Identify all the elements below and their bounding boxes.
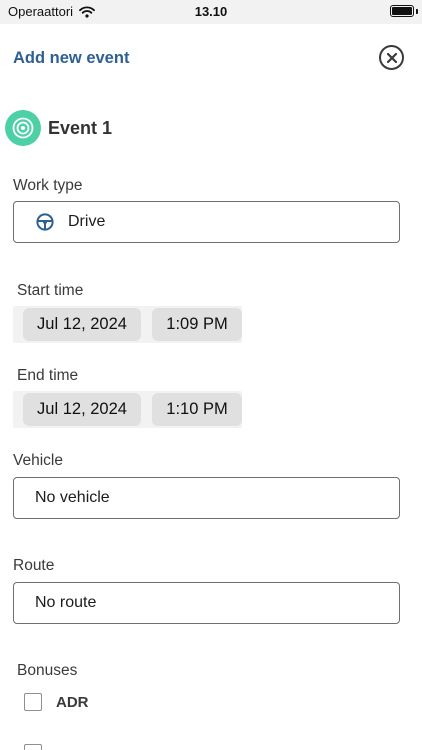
route-label: Route <box>13 557 55 574</box>
end-time-picker: Jul 12, 2024 1:10 PM <box>13 391 242 428</box>
adr-label: ADR <box>56 694 89 711</box>
close-button[interactable] <box>379 45 404 70</box>
event-title: Event 1 <box>48 118 113 138</box>
bonuses-label: Bonuses <box>17 662 78 679</box>
start-date-button[interactable]: Jul 12, 2024 <box>23 308 141 341</box>
end-time-label: End time <box>17 367 79 384</box>
vehicle-value: No vehicle <box>35 489 110 506</box>
vehicle-label: Vehicle <box>13 452 63 469</box>
adr-checkbox[interactable] <box>24 693 42 711</box>
start-time-button[interactable]: 1:09 PM <box>152 308 242 341</box>
work-type-select[interactable]: Drive <box>13 201 400 243</box>
battery-icon <box>390 5 414 17</box>
battery-cap <box>416 9 418 14</box>
end-date-button[interactable]: Jul 12, 2024 <box>23 393 141 426</box>
end-time-button[interactable]: 1:10 PM <box>152 393 242 426</box>
route-select[interactable]: No route <box>13 582 400 624</box>
status-bar: Operaattori 13.10 <box>0 0 422 24</box>
target-icon <box>5 110 41 146</box>
page-title: Add new event <box>13 49 130 67</box>
bonus-checkbox-partial[interactable] <box>24 744 42 750</box>
vehicle-select[interactable]: No vehicle <box>13 477 400 519</box>
work-type-value: Drive <box>68 213 106 230</box>
start-time-label: Start time <box>17 282 84 299</box>
start-time-picker: Jul 12, 2024 1:09 PM <box>13 306 242 343</box>
steering-wheel-icon <box>36 213 54 231</box>
work-type-label: Work type <box>13 177 83 194</box>
status-time: 13.10 <box>194 4 228 19</box>
close-icon <box>386 52 397 63</box>
route-value: No route <box>35 594 97 611</box>
